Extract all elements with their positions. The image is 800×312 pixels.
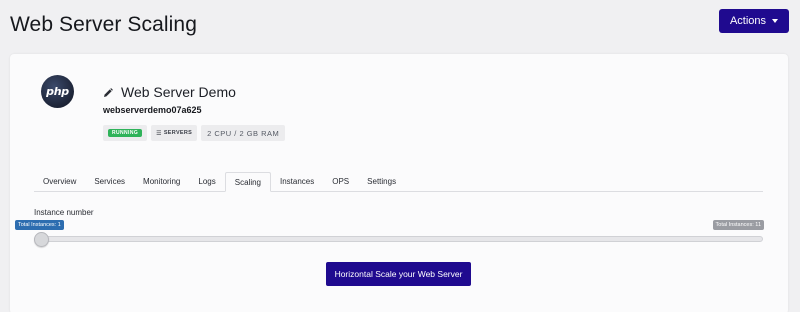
instance-number-label: Instance number xyxy=(34,208,94,217)
server-card: php Web Server Demo webserverdemo07a625 … xyxy=(10,54,788,312)
php-logo: php xyxy=(41,75,74,108)
badge-row: RUNNING ☰ SERVERS 2 CPU / 2 GB RAM xyxy=(103,125,286,141)
actions-label: Actions xyxy=(729,15,767,27)
tab-scaling[interactable]: Scaling xyxy=(224,172,271,192)
server-id: webserverdemo07a625 xyxy=(103,105,202,115)
type-chip: ☰ SERVERS xyxy=(151,125,198,141)
tab-monitoring[interactable]: Monitoring xyxy=(134,171,189,191)
instance-slider-handle[interactable] xyxy=(34,232,49,247)
tab-logs[interactable]: Logs xyxy=(189,171,224,191)
instance-slider-track[interactable] xyxy=(34,236,763,242)
status-badge: RUNNING xyxy=(108,129,143,137)
status-chip: RUNNING xyxy=(103,125,148,141)
server-name: Web Server Demo xyxy=(121,84,236,100)
pencil-icon[interactable] xyxy=(103,88,113,98)
tab-overview[interactable]: Overview xyxy=(34,171,85,191)
tab-instances[interactable]: Instances xyxy=(271,171,323,191)
type-label: SERVERS xyxy=(163,130,193,136)
specs-chip: 2 CPU / 2 GB RAM xyxy=(201,125,286,141)
servers-icon: ☰ xyxy=(156,130,162,137)
tab-ops[interactable]: OPS xyxy=(323,171,358,191)
slider-max-tooltip: Total Instances: 11 xyxy=(712,220,764,230)
horizontal-scale-button[interactable]: Horizontal Scale your Web Server xyxy=(326,262,471,286)
slider-min-tooltip: Total Instances: 1 xyxy=(15,220,64,230)
tab-services[interactable]: Services xyxy=(85,171,134,191)
tab-bar: Overview Services Monitoring Logs Scalin… xyxy=(34,172,763,192)
page-title: Web Server Scaling xyxy=(10,13,197,36)
tab-settings[interactable]: Settings xyxy=(358,171,405,191)
actions-dropdown-button[interactable]: Actions xyxy=(719,9,789,33)
caret-down-icon xyxy=(772,19,779,23)
